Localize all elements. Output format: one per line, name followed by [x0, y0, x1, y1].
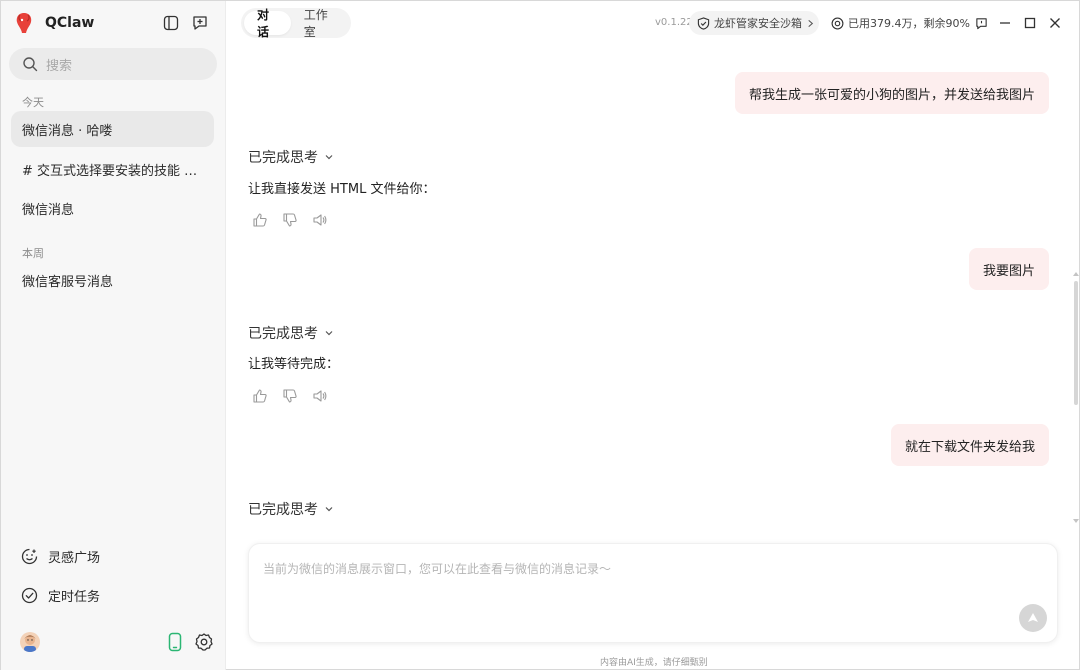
search-placeholder: 搜索 [46, 58, 73, 74]
conversation-item[interactable]: 微信消息 [11, 190, 214, 226]
conversation-title: 微信客服号消息 [22, 274, 114, 290]
assistant-message: 让我等待完成： [248, 357, 340, 372]
composer-placeholder: 当前为微信的消息展示窗口，您可以在此查看与微信的消息记录～ [263, 562, 612, 576]
chevron-right-icon [808, 19, 814, 27]
conversation-item[interactable]: 微信消息 · 哈喽 [11, 111, 214, 147]
avatar[interactable] [20, 632, 40, 652]
feedback-icon[interactable] [971, 13, 991, 33]
version-label: v0.1.22 [655, 17, 693, 28]
scrollbar-thumb[interactable] [1074, 281, 1078, 405]
user-message: 就在下载文件夹发给我 [890, 424, 1049, 466]
user-message: 帮我生成一张可爱的小狗的图片，并发送给我图片 [734, 72, 1049, 114]
chat-panel: 帮我生成一张可爱的小狗的图片，并发送给我图片 已完成思考 让我直接发送 HTML… [227, 45, 1071, 535]
thinking-label: 已完成思考 [248, 150, 318, 166]
search-input[interactable]: 搜索 [9, 48, 217, 80]
thumbs-down-icon[interactable] [282, 212, 298, 228]
clock-check-icon [21, 587, 38, 603]
sidebar-toggle-icon[interactable] [161, 13, 181, 33]
thinking-toggle[interactable]: 已完成思考 [248, 147, 334, 167]
new-chat-icon[interactable] [190, 13, 210, 33]
security-sandbox-button[interactable]: 龙虾管家安全沙箱 [689, 11, 819, 35]
sandbox-label: 龙虾管家安全沙箱 [714, 17, 802, 30]
app-window: QClaw 搜索 今天 微信消息 · 哈喽 # 交互式选择要安装的技能 npx … [0, 0, 1080, 670]
scroll-down-arrow[interactable] [1072, 518, 1080, 524]
scroll-up-arrow[interactable] [1072, 271, 1080, 277]
thumbs-up-icon[interactable] [252, 212, 268, 228]
speaker-icon[interactable] [312, 388, 328, 404]
user-message: 我要图片 [968, 248, 1049, 290]
chevron-down-icon [325, 155, 333, 160]
scheduled-tasks-label: 定时任务 [48, 589, 101, 605]
conversation-item[interactable]: # 交互式选择要安装的技能 npx skills add [11, 151, 214, 187]
inspiration-square-link[interactable]: 灵感广场 [21, 546, 100, 566]
maximize-icon[interactable] [1020, 13, 1040, 33]
send-button[interactable] [1019, 604, 1047, 632]
conversation-title: 微信消息 · 哈喽 [22, 123, 113, 139]
inspiration-square-label: 灵感广场 [48, 550, 101, 566]
smile-icon [21, 548, 38, 564]
phone-icon[interactable] [166, 632, 184, 652]
section-label-this-week: 本周 [22, 247, 44, 260]
conversation-item[interactable]: 微信客服号消息 [11, 262, 214, 298]
search-icon [23, 57, 38, 72]
tab-studio[interactable]: 工作室 [291, 8, 348, 39]
mode-tabs: 对话 工作室 [241, 8, 351, 39]
arrow-up-icon [1028, 613, 1038, 622]
minimize-icon[interactable] [995, 13, 1015, 33]
conversation-title: 微信消息 [22, 202, 75, 218]
chevron-down-icon [325, 331, 333, 336]
sidebar: QClaw 搜索 今天 微信消息 · 哈喽 # 交互式选择要安装的技能 npx … [1, 1, 226, 670]
assistant-message: 让我直接发送 HTML 文件给你： [248, 182, 436, 197]
speaker-icon[interactable] [312, 212, 328, 228]
tab-chat[interactable]: 对话 [244, 8, 291, 39]
thinking-label: 已完成思考 [248, 502, 318, 518]
usage-indicator[interactable]: 已用379.4万，剩余90% [831, 15, 970, 31]
qclaw-logo-icon [16, 13, 32, 33]
thumbs-up-icon[interactable] [252, 388, 268, 404]
gear-icon[interactable] [194, 632, 214, 652]
chevron-down-icon [325, 507, 333, 512]
shield-check-icon [697, 16, 710, 30]
app-name: QClaw [45, 15, 95, 31]
message-composer[interactable]: 当前为微信的消息展示窗口，您可以在此查看与微信的消息记录～ [248, 543, 1058, 643]
usage-label: 已用379.4万，剩余90% [848, 17, 970, 30]
brand: QClaw [13, 11, 94, 35]
section-label-today: 今天 [22, 96, 44, 109]
scheduled-tasks-link[interactable]: 定时任务 [21, 585, 100, 605]
thinking-label: 已完成思考 [248, 326, 318, 342]
conversation-title: # 交互式选择要安装的技能 npx skills add [22, 163, 205, 179]
ai-disclaimer: 内容由AI生成，请仔细甄别 [600, 658, 708, 668]
quota-icon [831, 17, 844, 29]
thinking-toggle[interactable]: 已完成思考 [248, 499, 334, 519]
thinking-toggle[interactable]: 已完成思考 [248, 323, 334, 343]
message-actions [252, 212, 328, 228]
message-actions [252, 388, 328, 404]
close-icon[interactable] [1045, 13, 1065, 33]
thumbs-down-icon[interactable] [282, 388, 298, 404]
